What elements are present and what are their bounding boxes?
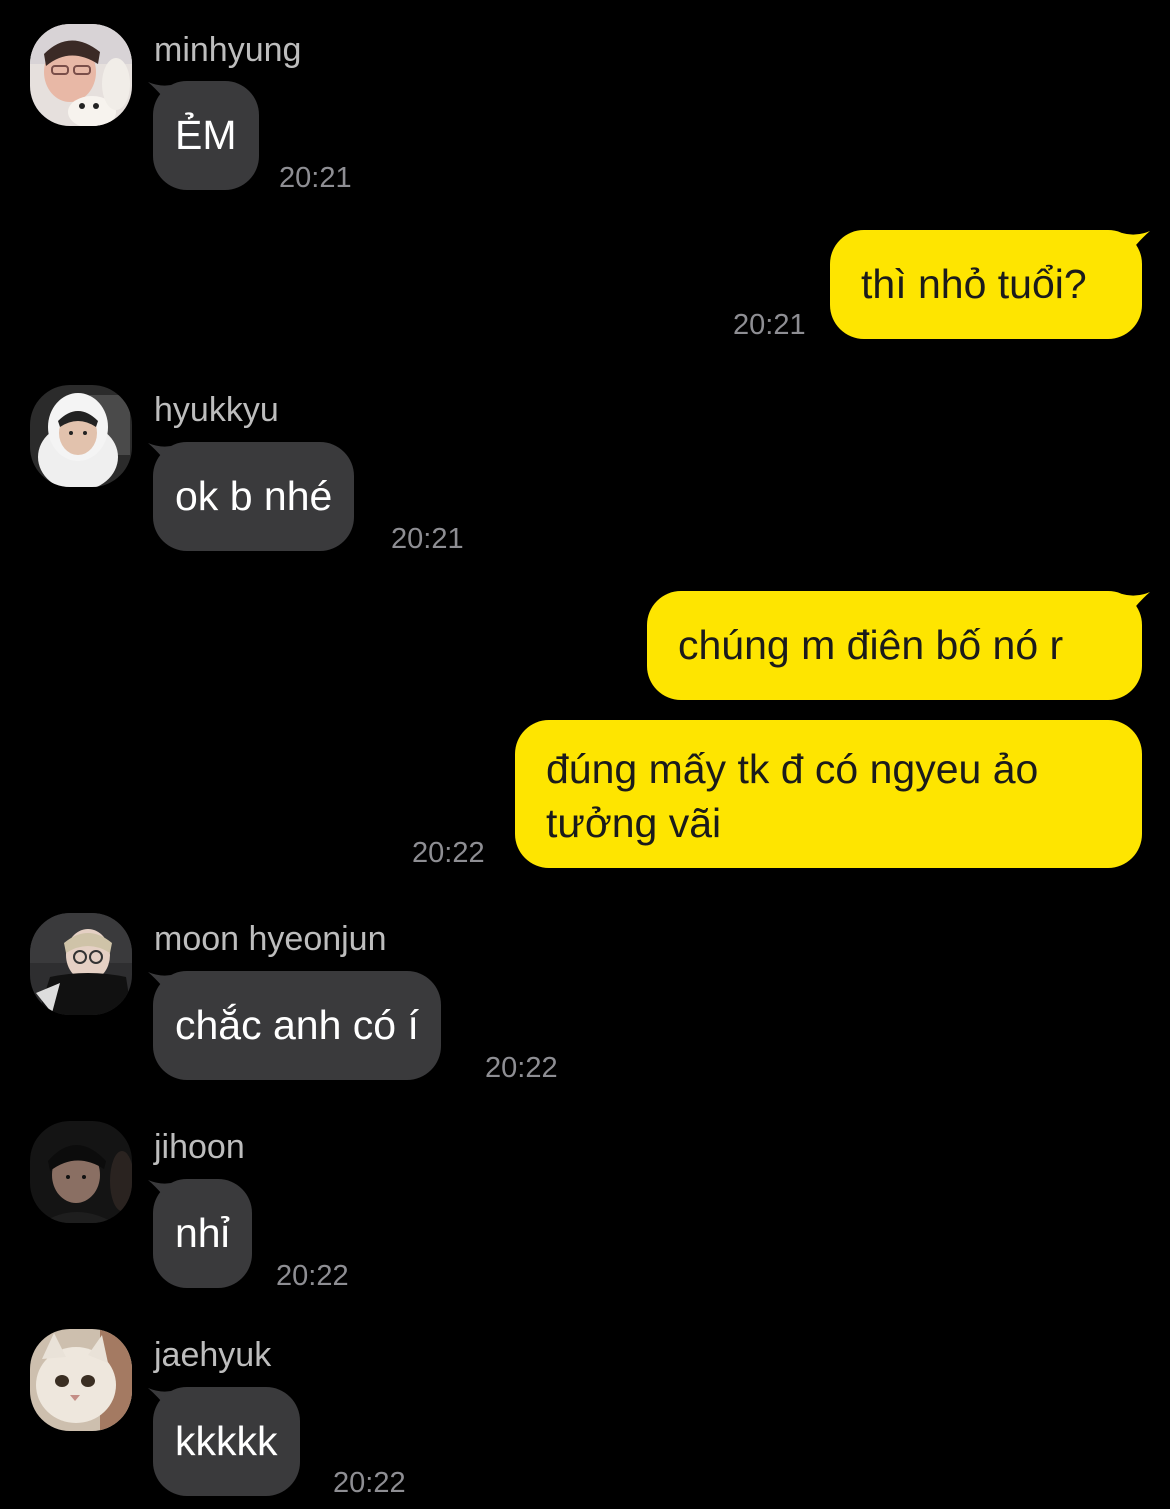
message-bubble[interactable]: ok b nhé	[153, 442, 355, 551]
message-timestamp: 20:22	[412, 837, 485, 869]
avatar-hyukkyu[interactable]	[30, 385, 132, 487]
avatar-jaehyuk[interactable]	[30, 1329, 132, 1431]
message-bubble[interactable]: kkkkk	[153, 1387, 300, 1496]
sender-name: minhyung	[154, 31, 302, 69]
message-bubble[interactable]: chúng m điên bố nó r	[647, 591, 1142, 700]
message-bubble[interactable]: chắc anh có í	[153, 971, 441, 1080]
avatar-minhyung[interactable]	[30, 24, 132, 126]
message-bubble[interactable]: đúng mấy tk đ có ngyeu ảo tưởng vãi	[515, 720, 1142, 868]
sender-name: moon hyeonjun	[154, 920, 387, 958]
sender-name: jihoon	[154, 1128, 245, 1166]
chat-message-list[interactable]: minhyung ẺM 20:21 20:21 thì nhỏ tuổi? hy…	[0, 0, 1170, 1509]
avatar-moon-hyeonjun[interactable]	[30, 913, 132, 1015]
sender-name: jaehyuk	[154, 1336, 272, 1374]
message-bubble[interactable]: thì nhỏ tuổi?	[830, 230, 1142, 339]
message-timestamp: 20:21	[279, 162, 352, 194]
message-timestamp: 20:21	[391, 523, 464, 555]
message-timestamp: 20:22	[485, 1052, 558, 1084]
sender-name: hyukkyu	[154, 391, 279, 429]
message-timestamp: 20:22	[333, 1467, 406, 1499]
bubble-tail	[1122, 231, 1150, 263]
message-timestamp: 20:21	[733, 309, 806, 341]
message-bubble[interactable]: nhỉ	[153, 1179, 252, 1288]
avatar-jihoon[interactable]	[30, 1121, 132, 1223]
bubble-tail	[1122, 592, 1150, 624]
message-timestamp: 20:22	[276, 1260, 349, 1292]
message-bubble[interactable]: ẺM	[153, 81, 259, 190]
